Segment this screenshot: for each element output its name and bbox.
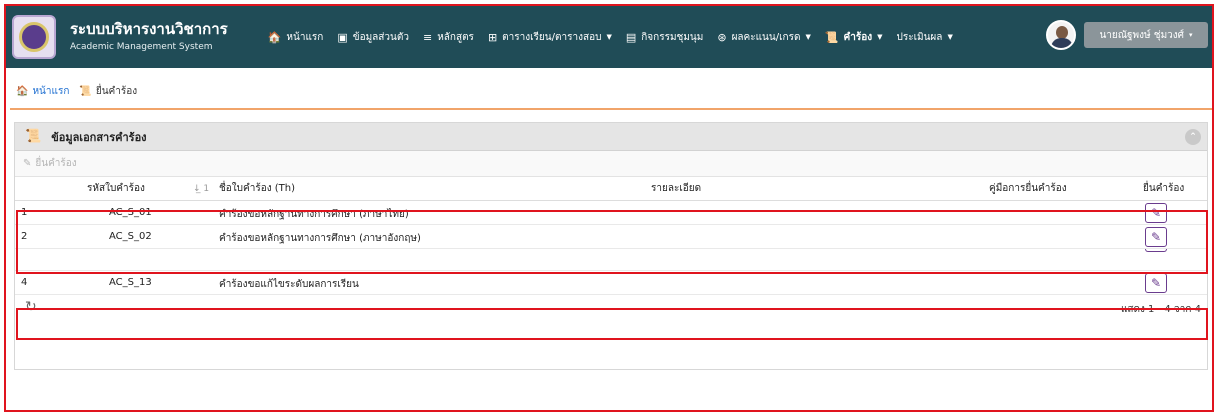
chevron-down-icon: ▼ xyxy=(606,33,612,41)
edit-icon: ✎ xyxy=(1150,276,1162,290)
scroll-icon: 📜 xyxy=(25,129,42,144)
header-code[interactable]: รหัสใบคำร้อง xyxy=(87,181,145,196)
top-navbar: ระบบบริหารงานวิชาการ Academic Management… xyxy=(6,6,1212,68)
list-icon: ▤ xyxy=(625,30,637,44)
chevron-down-icon: ▼ xyxy=(947,33,953,41)
table-footer: ↻ แสดง 1 - 4 จาก 4 xyxy=(15,295,1207,321)
row-name: คำร้องขอหลักฐานทางการศึกษา (ภาษาไทย) xyxy=(219,209,409,220)
collapse-button[interactable]: ⌃ xyxy=(1185,129,1201,145)
scroll-icon: 📜 xyxy=(79,86,92,97)
breadcrumb-underline xyxy=(10,108,1212,110)
breadcrumb-home-label: หน้าแรก xyxy=(32,86,70,97)
id-card-icon: ▣ xyxy=(337,30,348,44)
petition-panel: 📜 ข้อมูลเอกสารคำร้อง ⌃ ✎ ยื่นคำร้อง รหัส… xyxy=(14,122,1208,370)
nav-home-label: หน้าแรก xyxy=(286,31,324,43)
home-icon: 🏠 xyxy=(267,30,282,44)
chevron-down-icon: ▼ xyxy=(877,33,883,41)
avatar-body xyxy=(1051,38,1073,48)
nav-curriculum-label: หลักสูตร xyxy=(437,31,474,43)
header-manual[interactable]: คู่มือการยื่นคำร้อง xyxy=(989,181,1067,196)
nav-petitions[interactable]: 📜 คำร้อง ▼ xyxy=(825,30,883,45)
user-menu-button[interactable]: นายณัฐพงษ์ ชุ่มวงศ์ ▾ xyxy=(1084,22,1208,48)
home-icon: 🏠 xyxy=(16,86,29,97)
table-row[interactable]: 1 AC_S_01 คำร้องขอหลักฐานทางการศึกษา (ภา… xyxy=(15,201,1207,225)
nav-grades-label: ผลคะแนน/เกรด xyxy=(731,31,801,43)
record-count: แสดง 1 - 4 จาก 4 xyxy=(1120,304,1201,315)
brand: ระบบบริหารงานวิชาการ Academic Management… xyxy=(70,20,228,54)
header-submit[interactable]: ยื่นคำร้อง xyxy=(1143,181,1184,196)
edit-icon: ✎ xyxy=(1150,206,1162,220)
breadcrumb-current-label: ยื่นคำร้อง xyxy=(95,86,138,97)
row-name: คำร้องขอหลักฐานทางการศึกษา (ภาษาอังกฤษ) xyxy=(219,233,421,244)
nav-schedule-label: ตารางเรียน/ตารางสอบ xyxy=(502,31,602,43)
nav-grades[interactable]: ⊛ ผลคะแนน/เกรด ▼ xyxy=(717,30,810,45)
nav-evaluation[interactable]: ประเมินผล ▼ xyxy=(897,30,953,45)
header-detail[interactable]: รายละเอียด xyxy=(651,181,701,196)
panel-title: ข้อมูลเอกสารคำร้อง xyxy=(51,130,147,144)
table-row[interactable]: 2 AC_S_02 คำร้องขอหลักฐานทางการศึกษา (ภา… xyxy=(15,225,1207,249)
row-number: 1 xyxy=(21,207,28,218)
table-row[interactable]: 4 AC_S_13 คำร้องขอแก้ไขระดับผลการเรียน ✎ xyxy=(15,271,1207,295)
logo-emblem-icon xyxy=(19,22,49,52)
header-name[interactable]: ชื่อใบคำร้อง (Th) xyxy=(219,181,295,196)
panel-toolbar: ✎ ยื่นคำร้อง xyxy=(15,151,1207,177)
scroll-icon: 📜 xyxy=(824,30,839,44)
edit-icon: ✎ xyxy=(1150,230,1162,244)
chevron-down-icon: ▾ xyxy=(1189,31,1193,39)
row-code: AC_S_02 xyxy=(109,231,152,242)
nav-activities[interactable]: ▤ กิจกรรมชุมนุม xyxy=(626,30,704,45)
hidden-row xyxy=(15,249,1207,271)
toolbar-submit-button[interactable]: ยื่นคำร้อง xyxy=(35,156,76,171)
row-number: 4 xyxy=(21,277,28,288)
nav-activities-label: กิจกรรมชุมนุม xyxy=(641,31,704,43)
app-title: ระบบบริหารงานวิชาการ xyxy=(70,20,228,38)
edit-icon: ✎ xyxy=(23,158,32,169)
main-menu: 🏠 หน้าแรก ▣ ข้อมูลส่วนตัว ≡ หลักสูตร ⊞ ต… xyxy=(268,6,967,68)
nav-evaluation-label: ประเมินผล xyxy=(896,31,943,43)
submit-petition-button-partial[interactable] xyxy=(1145,249,1167,252)
refresh-icon[interactable]: ↻ xyxy=(25,299,37,315)
page-frame: ระบบบริหารงานวิชาการ Academic Management… xyxy=(4,4,1214,412)
panel-header: 📜 ข้อมูลเอกสารคำร้อง ⌃ xyxy=(15,123,1207,151)
row-code: AC_S_13 xyxy=(109,277,152,288)
nav-curriculum[interactable]: ≡ หลักสูตร xyxy=(423,30,474,45)
sort-icon[interactable]: ↓̲ 1 xyxy=(193,184,209,194)
row-name: คำร้องขอแก้ไขระดับผลการเรียน xyxy=(219,279,359,290)
nav-petitions-label: คำร้อง xyxy=(843,31,873,43)
submit-petition-button[interactable]: ✎ xyxy=(1145,273,1167,293)
nav-profile-label: ข้อมูลส่วนตัว xyxy=(352,31,409,43)
user-name: นายณัฐพงษ์ ชุ่มวงศ์ xyxy=(1099,29,1185,41)
avatar[interactable] xyxy=(1046,20,1076,50)
app-subtitle: Academic Management System xyxy=(70,42,213,52)
nav-home[interactable]: 🏠 หน้าแรก xyxy=(268,30,324,45)
submit-petition-button[interactable]: ✎ xyxy=(1145,227,1167,247)
row-code: AC_S_01 xyxy=(109,207,152,218)
nav-profile[interactable]: ▣ ข้อมูลส่วนตัว xyxy=(337,30,409,45)
logo[interactable] xyxy=(12,15,56,59)
breadcrumb-home[interactable]: 🏠 หน้าแรก xyxy=(16,84,69,99)
nav-schedule[interactable]: ⊞ ตารางเรียน/ตารางสอบ ▼ xyxy=(488,30,612,45)
database-icon: ≡ xyxy=(422,30,433,44)
chevron-down-icon: ▼ xyxy=(805,33,811,41)
row-number: 2 xyxy=(21,231,28,242)
breadcrumb-current: 📜 ยื่นคำร้อง xyxy=(79,84,137,99)
breadcrumb: 🏠 หน้าแรก 📜 ยื่นคำร้อง xyxy=(16,84,137,99)
table-icon: ⊞ xyxy=(487,30,498,44)
chart-icon: ⊛ xyxy=(717,30,727,44)
table-header: รหัสใบคำร้อง ↓̲ 1 ชื่อใบคำร้อง (Th) รายล… xyxy=(15,177,1207,201)
submit-petition-button[interactable]: ✎ xyxy=(1145,203,1167,223)
